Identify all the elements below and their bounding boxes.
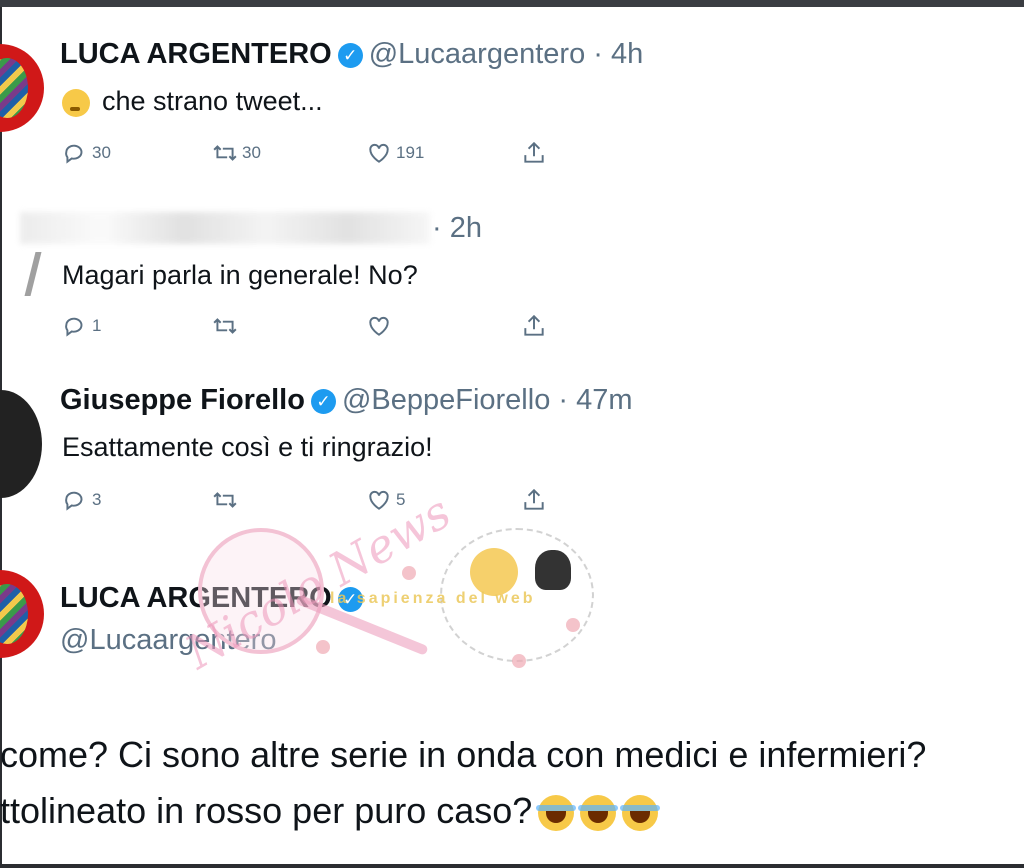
author-handle-time[interactable]: · 2h: [432, 212, 482, 245]
reply-button[interactable]: 3: [62, 485, 101, 515]
share-icon: [524, 488, 544, 510]
like-button[interactable]: 191: [366, 138, 424, 168]
tweet-text-line-1: come? Ci sono altre serie in onda con me…: [0, 734, 927, 775]
avatar-luca-argentero[interactable]: [0, 44, 44, 132]
watermark-paw-icon: [316, 640, 330, 654]
reply-button[interactable]: 1: [62, 311, 101, 341]
retweet-button[interactable]: 30: [212, 138, 261, 168]
share-button[interactable]: [521, 485, 551, 515]
retweet-icon: [213, 145, 237, 161]
retweet-button[interactable]: [212, 485, 242, 515]
heart-icon: [369, 143, 389, 163]
laughing-face-icon: [536, 795, 577, 832]
thinking-face-icon: [62, 88, 90, 117]
watermark-paw-icon: [512, 654, 526, 668]
reply-icon: [65, 317, 83, 337]
like-count: 191: [396, 143, 425, 162]
laughing-face-icon: [620, 795, 661, 832]
watermark-cartoon-blonde-icon: [470, 548, 518, 596]
author-name[interactable]: Giuseppe Fiorello: [60, 384, 305, 416]
verified-badge-icon: ✓: [337, 42, 363, 68]
watermark-banner-text: la sapienza del web: [330, 590, 536, 607]
avatar-luca-argentero[interactable]: [0, 570, 44, 658]
reply-icon: [65, 144, 83, 164]
tweet-text: che strano tweet...: [62, 86, 323, 117]
blurred-author-name: [20, 212, 430, 244]
laughing-face-icon: [578, 795, 619, 832]
window-bottom-bar: [0, 864, 1024, 868]
avatar-giuseppe-fiorello[interactable]: [0, 390, 42, 498]
tweet-text: Esattamente così e ti ringrazio!: [62, 432, 433, 462]
author-handle-time[interactable]: @Lucaargentero · 4h: [369, 38, 644, 70]
retweet-button[interactable]: [212, 311, 242, 341]
share-icon: [524, 141, 544, 163]
like-button[interactable]: [366, 311, 396, 341]
retweet-icon: [213, 318, 237, 334]
tweet-text-line-2: ttolineato in rosso per puro caso?: [0, 790, 661, 832]
verified-badge-icon: ✓: [310, 388, 336, 414]
reply-icon: [65, 491, 83, 511]
heart-icon: [369, 316, 389, 336]
reply-count: 1: [92, 316, 102, 335]
share-button[interactable]: [521, 138, 551, 168]
reply-count: 3: [92, 490, 102, 509]
share-icon: [524, 314, 544, 336]
share-button[interactable]: [521, 311, 551, 341]
retweet-count: 30: [242, 143, 261, 162]
tweet-author-row: LUCA ARGENTERO ✓ @Lucaargentero · 4h: [60, 38, 643, 71]
watermark-paw-icon: [402, 566, 416, 580]
tweet-text: Magari parla in generale! No?: [62, 260, 418, 290]
window-top-bar: [0, 0, 1024, 7]
author-handle-time[interactable]: @BeppeFiorello · 47m: [342, 384, 633, 416]
author-name[interactable]: LUCA ARGENTERO: [60, 38, 332, 70]
watermark-paw-icon: [566, 618, 580, 632]
retweet-icon: [213, 492, 237, 508]
reply-count: 30: [92, 143, 111, 162]
tweet-author-row: Giuseppe Fiorello ✓ @BeppeFiorello · 47m: [60, 384, 633, 417]
reply-button[interactable]: 30: [62, 138, 111, 168]
tweet-text-content: che strano tweet...: [102, 86, 323, 116]
watermark-cartoon-darkhair-icon: [535, 550, 571, 590]
tweet-text-line-2-content: ttolineato in rosso per puro caso?: [0, 790, 533, 831]
blurred-avatar: [24, 252, 42, 296]
